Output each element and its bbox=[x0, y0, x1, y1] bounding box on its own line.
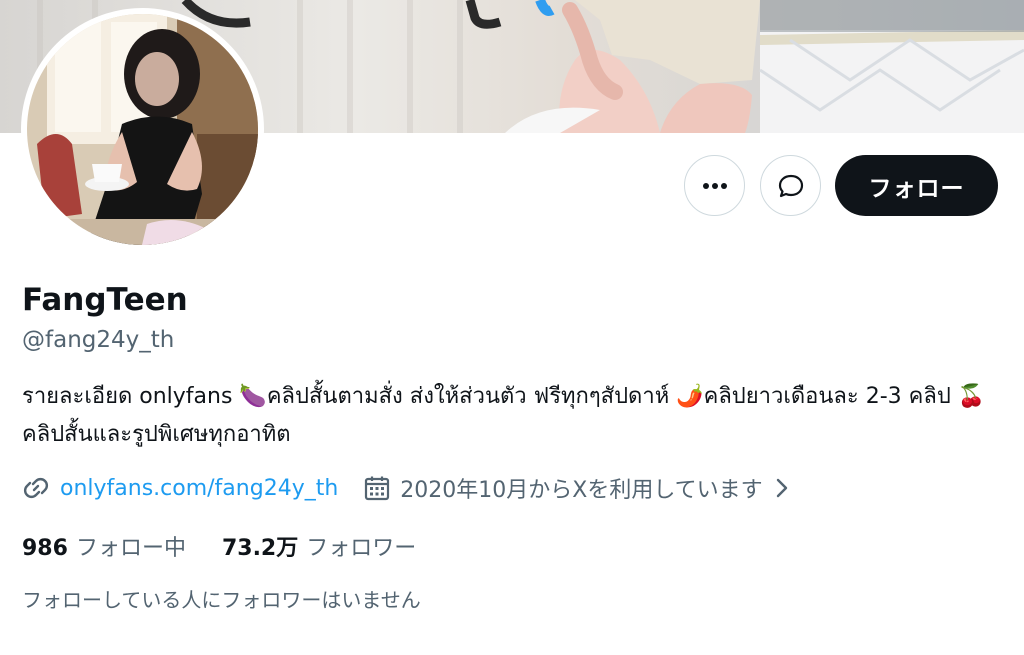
profile-website-link[interactable]: onlyfans.com/fang24y_th bbox=[60, 476, 338, 501]
link-icon bbox=[23, 477, 49, 499]
user-handle: @fang24y_th bbox=[22, 327, 175, 353]
bio-text: คลิปสั้นตามสั่ง ส่งให้ส่วนตัว ฟรีทุกๆสัป… bbox=[266, 384, 677, 409]
eggplant-emoji: 🍆 bbox=[239, 384, 267, 409]
followers-link[interactable]: 73.2万 フォロワー bbox=[222, 530, 416, 562]
followers-label: フォロワー bbox=[306, 536, 417, 561]
following-count: 986 bbox=[22, 536, 68, 561]
display-name: FangTeen bbox=[22, 282, 188, 318]
profile-meta: onlyfans.com/fang24y_th 2020年10月からXを利用して… bbox=[22, 470, 791, 506]
message-bubble-icon bbox=[778, 174, 803, 197]
following-label: フォロー中 bbox=[75, 536, 186, 561]
more-options-button[interactable] bbox=[684, 155, 745, 216]
chevron-right-icon[interactable] bbox=[773, 478, 791, 498]
chili-emoji: 🌶️ bbox=[676, 384, 704, 409]
bio-text: คลิปสั้นและรูปพิเศษทุกอาทิต bbox=[22, 422, 291, 447]
calendar-icon bbox=[365, 476, 390, 501]
profile-avatar[interactable] bbox=[21, 8, 264, 251]
bio-text: คลิปยาวเดือนละ 2-3 คลิป bbox=[703, 384, 958, 409]
profile-bio: รายละเอียด onlyfans 🍆คลิปสั้นตามสั่ง ส่ง… bbox=[22, 378, 1007, 454]
followers-you-know: フォローしている人にフォロワーはいません bbox=[22, 588, 421, 612]
more-horizontal-icon bbox=[702, 182, 727, 189]
joined-date[interactable]: 2020年10月からXを利用しています bbox=[400, 472, 762, 504]
message-button[interactable] bbox=[760, 155, 821, 216]
follow-stats: 986 フォロー中 73.2万 フォロワー bbox=[22, 530, 416, 562]
following-link[interactable]: 986 フォロー中 bbox=[22, 530, 186, 562]
bio-text: รายละเอียด onlyfans bbox=[22, 384, 240, 409]
followers-count: 73.2万 bbox=[221, 536, 299, 561]
cherry-emoji: 🍒 bbox=[957, 384, 986, 409]
follow-button[interactable]: フォロー bbox=[835, 155, 998, 216]
